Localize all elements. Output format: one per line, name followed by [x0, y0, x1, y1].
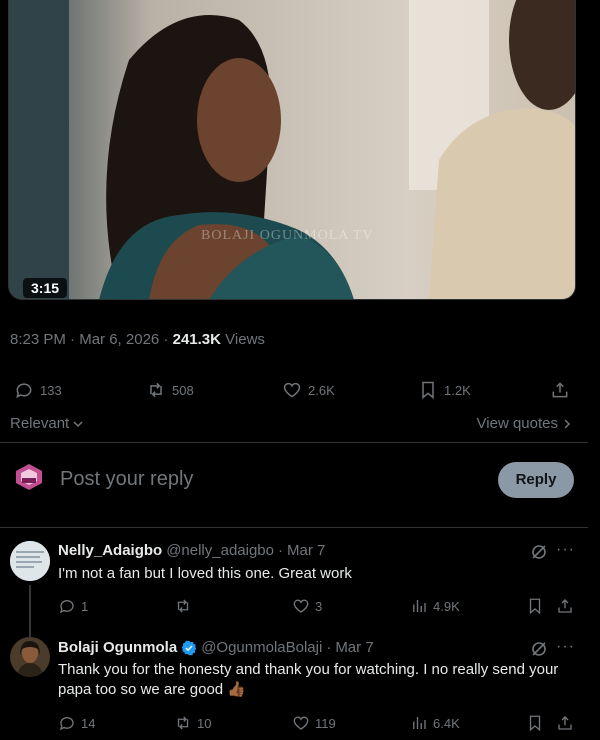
heart-icon	[293, 599, 309, 613]
user-avatar[interactable]	[14, 462, 44, 492]
reply-icon	[59, 717, 74, 731]
post-date[interactable]: Mar 6, 2026	[79, 331, 159, 348]
chevron-down-icon	[73, 420, 83, 427]
author-name[interactable]: Bolaji Ogunmola	[58, 639, 177, 656]
repost-action[interactable]: 508	[146, 380, 194, 400]
video-watermark: BOLAJI OGUNMOLA TV	[201, 228, 374, 243]
share-action[interactable]	[556, 714, 574, 732]
share-icon	[552, 382, 568, 398]
bookmark-action[interactable]: 1.2K	[418, 380, 471, 400]
analytics-icon	[413, 600, 426, 612]
reply-input[interactable]: Post your reply	[60, 468, 193, 491]
reply-icon	[16, 383, 32, 399]
sort-label: Relevant	[10, 415, 70, 432]
more-options-icon[interactable]: ···	[556, 541, 575, 559]
tweet-date[interactable]: Mar 7	[335, 639, 373, 656]
reply-icon	[59, 600, 74, 614]
views-action[interactable]: 4.9K	[410, 597, 460, 615]
view-quotes-link[interactable]: View quotes	[477, 415, 572, 432]
bookmark-action[interactable]	[526, 597, 544, 615]
share-action[interactable]	[550, 380, 570, 400]
grok-icon[interactable]	[530, 640, 548, 658]
share-icon	[558, 599, 572, 613]
reply-button[interactable]: Reply	[498, 462, 574, 498]
like-count: 3	[315, 598, 323, 614]
tweet-header: Bolaji Ogunmola @OgunmolaBolaji · Mar 7	[58, 639, 374, 656]
heart-icon	[283, 382, 301, 398]
video-frame	[9, 0, 575, 299]
reply-action[interactable]: 1	[58, 597, 88, 615]
author-name[interactable]: Nelly_Adaigbo	[58, 542, 162, 559]
avatar[interactable]	[10, 541, 50, 581]
share-action[interactable]	[556, 597, 574, 615]
like-action[interactable]: 3	[292, 597, 322, 615]
views-action[interactable]: 6.4K	[410, 714, 460, 732]
share-icon	[558, 716, 572, 730]
bookmark-count: 1.2K	[444, 382, 471, 398]
author-handle[interactable]: @nelly_adaigbo	[166, 542, 274, 559]
reply-count: 14	[81, 715, 96, 731]
bookmark-icon	[529, 715, 541, 732]
tweet-text: Thank you for the honesty and thank you …	[58, 661, 559, 698]
reply-count: 133	[40, 382, 62, 398]
view-count: 4.9K	[433, 598, 460, 614]
view-count: 6.4K	[433, 715, 460, 731]
heart-icon	[293, 716, 309, 730]
chevron-right-icon	[564, 418, 571, 429]
avatar-image	[10, 637, 50, 677]
post-time[interactable]: 8:23 PM	[10, 331, 66, 348]
repost-icon	[150, 382, 162, 398]
avatar-image	[10, 541, 50, 581]
repost-count: 10	[197, 715, 212, 731]
divider	[0, 442, 588, 443]
verified-badge-icon[interactable]	[181, 640, 197, 656]
like-action[interactable]: 2.6K	[282, 380, 335, 400]
views-count: 241.3K	[172, 331, 221, 348]
tweet-text: I'm not a fan but I loved this one. Grea…	[58, 565, 352, 582]
post-action-bar: 133 508 2.6K 1.2K	[0, 380, 600, 404]
video-duration-badge: 3:15	[23, 278, 68, 298]
post-meta: 8:23 PM · Mar 6, 2026 · 241.3K Views	[10, 331, 265, 348]
repost-action[interactable]	[174, 597, 197, 615]
view-quotes-label: View quotes	[476, 415, 558, 432]
views-label: Views	[225, 331, 265, 348]
bookmark-icon	[529, 598, 541, 615]
repost-action[interactable]: 10	[174, 714, 211, 732]
reply-action[interactable]: 133	[14, 380, 62, 400]
like-count: 2.6K	[308, 382, 335, 398]
tweet-header: Nelly_Adaigbo @nelly_adaigbo · Mar 7	[58, 542, 326, 559]
reply-action[interactable]: 14	[58, 714, 95, 732]
analytics-icon	[413, 717, 426, 729]
divider	[0, 527, 588, 528]
sort-dropdown[interactable]: Relevant	[10, 415, 84, 432]
like-count: 119	[315, 715, 336, 731]
reply-count: 1	[81, 598, 89, 614]
grok-icon[interactable]	[530, 543, 548, 561]
more-options-icon[interactable]: ···	[556, 638, 575, 656]
repost-icon	[177, 599, 189, 613]
avatar[interactable]	[10, 637, 50, 677]
bookmark-icon	[422, 381, 434, 400]
bookmark-action[interactable]	[526, 714, 544, 732]
tweet-date[interactable]: Mar 7	[287, 542, 325, 559]
author-handle[interactable]: @OgunmolaBolaji	[201, 639, 322, 656]
repost-icon	[177, 716, 189, 730]
like-action[interactable]: 119	[292, 714, 336, 732]
repost-count: 508	[172, 382, 194, 398]
video-player[interactable]: BOLAJI OGUNMOLA TV 3:15	[8, 0, 576, 300]
